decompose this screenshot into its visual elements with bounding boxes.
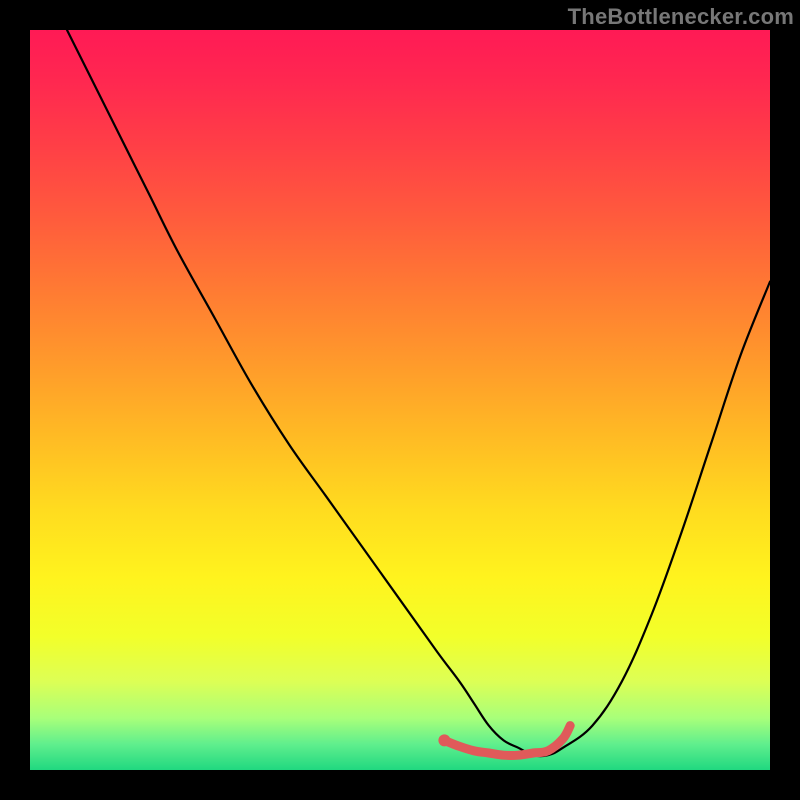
chart-curves: [30, 30, 770, 770]
chart-frame: TheBottlenecker.com: [0, 0, 800, 800]
optimal-start-dot: [438, 734, 450, 746]
watermark-text: TheBottlenecker.com: [568, 4, 794, 30]
optimal-band: [444, 726, 570, 756]
plot-area: [30, 30, 770, 770]
bottleneck-curve: [67, 30, 770, 756]
